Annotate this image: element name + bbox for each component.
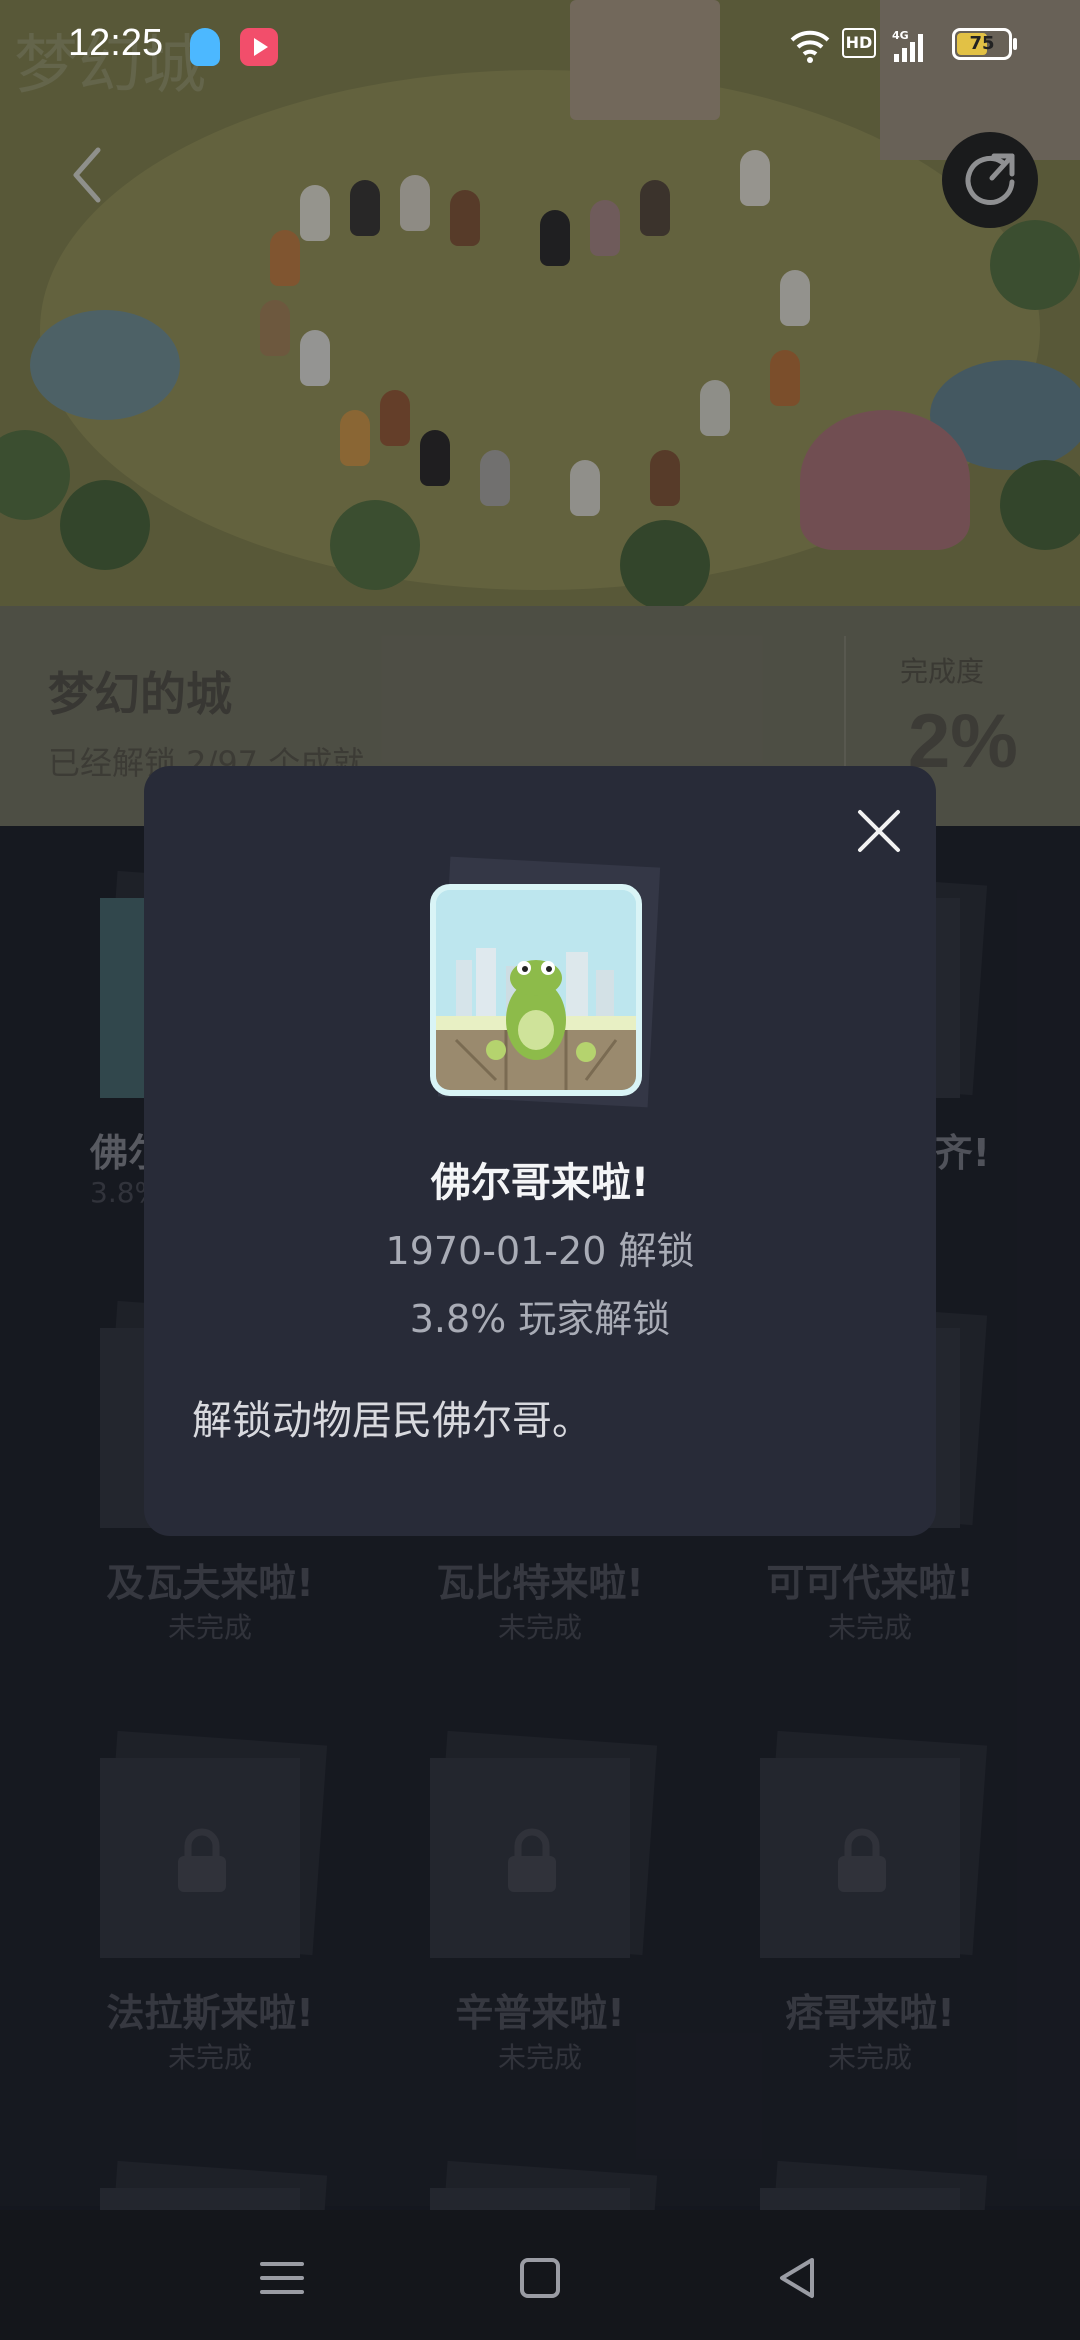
hd-badge: HD bbox=[842, 28, 876, 58]
status-bar: 12:25 HD 4G 75 bbox=[0, 0, 1080, 96]
achievement-badge bbox=[404, 856, 664, 1122]
frog-badge-image bbox=[430, 884, 642, 1096]
battery-level: 75 bbox=[969, 33, 995, 54]
player-unlock-percent: 3.8% 玩家解锁 bbox=[409, 1297, 671, 1341]
achievement-detail-modal: 佛尔哥来啦! 1970-01-20 解锁 3.8% 玩家解锁 解锁动物居民佛尔哥… bbox=[144, 766, 936, 1536]
close-icon bbox=[858, 810, 900, 852]
close-button[interactable] bbox=[844, 796, 914, 866]
unlock-date-text: 1970-01-20 解锁 bbox=[385, 1229, 695, 1273]
qq-icon bbox=[190, 28, 220, 66]
svg-text:4G: 4G bbox=[892, 29, 909, 42]
status-time: 12:25 bbox=[68, 22, 164, 64]
modal-title: 佛尔哥来啦! bbox=[430, 1160, 650, 1206]
app-root: 梦幻城 梦幻的城 已经解锁 2/97 个成就 完成度 2% 佛尔哥来啦! 3.8… bbox=[0, 0, 1080, 2340]
battery-icon: 75 bbox=[952, 28, 1017, 60]
system-nav-bar bbox=[0, 2210, 1080, 2340]
signal-icon: 4G bbox=[892, 29, 923, 62]
wifi-icon bbox=[790, 30, 830, 63]
menu-icon[interactable] bbox=[252, 2248, 312, 2308]
achievement-description: 解锁动物居民佛尔哥。 bbox=[192, 1398, 592, 1444]
video-app-icon bbox=[240, 28, 278, 66]
home-icon[interactable] bbox=[510, 2248, 570, 2308]
back-triangle-icon[interactable] bbox=[768, 2248, 828, 2308]
